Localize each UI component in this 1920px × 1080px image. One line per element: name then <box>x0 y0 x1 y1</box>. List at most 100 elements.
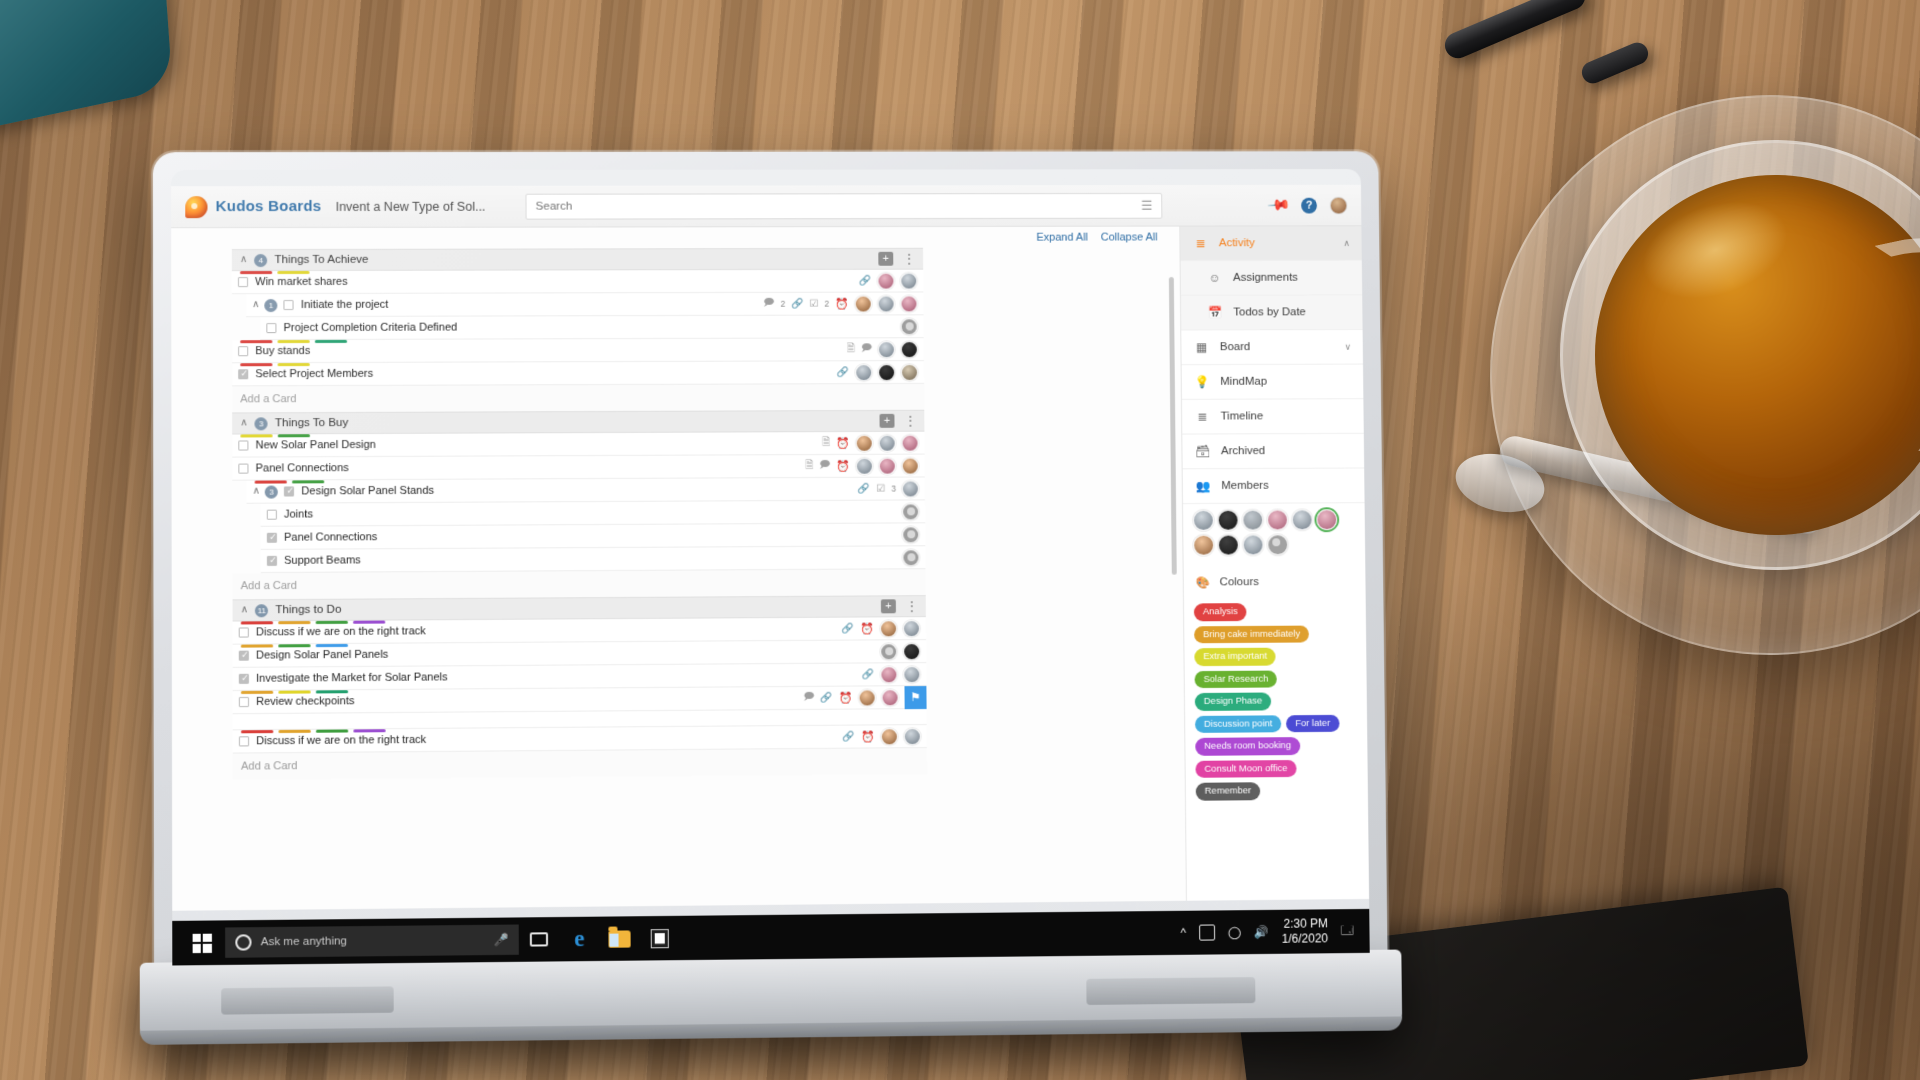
chevron-icon[interactable]: ∨ <box>1344 341 1351 352</box>
link-icon[interactable]: 🔗 <box>842 623 855 634</box>
avatar[interactable] <box>877 272 895 290</box>
cortana-search-box[interactable]: Ask me anything 🎤 <box>225 924 519 958</box>
avatar[interactable] <box>903 665 921 683</box>
collapse-caret-icon[interactable]: ∧ <box>240 254 247 265</box>
member-avatar[interactable] <box>1242 534 1264 556</box>
collapse-caret-icon[interactable]: ∧ <box>252 299 259 310</box>
member-avatar[interactable] <box>1217 509 1239 531</box>
collapse-all-link[interactable]: Collapse All <box>1101 232 1158 244</box>
microsoft-store-icon[interactable] <box>640 916 680 961</box>
sidebar-item-timeline[interactable]: ≣ Timeline <box>1181 399 1364 435</box>
colour-label-chip[interactable]: Design Phase <box>1194 692 1272 711</box>
avatar[interactable] <box>855 434 873 452</box>
show-hidden-icons-chevron[interactable]: ^ <box>1180 926 1186 940</box>
collapse-caret-icon[interactable]: ∧ <box>241 604 248 615</box>
colour-label-chip[interactable]: Consult Moon office <box>1195 759 1297 778</box>
avatar[interactable] <box>900 317 918 335</box>
document-icon[interactable]: 🗎 <box>822 435 830 452</box>
colour-label-chip[interactable]: Extra important <box>1194 647 1277 666</box>
avatar[interactable] <box>902 548 920 566</box>
sidebar-item-mindmap[interactable]: 💡 MindMap <box>1181 364 1364 400</box>
card-checkbox[interactable] <box>238 650 249 661</box>
colour-label-chip[interactable]: For later <box>1286 714 1340 733</box>
card-row[interactable]: Win market shares 🔗 <box>231 269 924 295</box>
card-checkbox[interactable] <box>238 696 250 708</box>
avatar[interactable] <box>880 642 898 660</box>
avatar[interactable] <box>855 457 873 475</box>
card-checkbox[interactable] <box>238 369 249 380</box>
pin-icon[interactable]: 📌 <box>1266 192 1291 218</box>
brand[interactable]: Kudos Boards <box>185 195 321 218</box>
sidebar-item-assignments[interactable]: ☺ Assignments <box>1180 260 1363 296</box>
add-a-card-link[interactable]: Add a Card <box>232 383 925 413</box>
colour-label-chip[interactable]: Needs room booking <box>1195 737 1300 756</box>
card-row[interactable]: ∧ 3 Design Solar Panel Stands 🔗 ☑ 3 <box>246 477 925 504</box>
battery-icon[interactable] <box>1198 924 1215 941</box>
section-menu-icon[interactable]: ⋮ <box>906 599 918 613</box>
member-avatar[interactable] <box>1193 534 1215 556</box>
add-card-button[interactable]: + <box>879 413 895 428</box>
clock[interactable]: 2:30 PM 1/6/2020 <box>1282 916 1329 946</box>
volume-icon[interactable]: 🔊 <box>1254 925 1269 939</box>
avatar[interactable] <box>901 363 919 381</box>
card-checkbox[interactable] <box>238 463 249 474</box>
card-checkbox[interactable] <box>266 323 277 334</box>
notifications-icon[interactable]: 🗔 <box>1341 921 1354 942</box>
board-scrollbar[interactable] <box>1168 277 1177 575</box>
card-checkbox[interactable] <box>238 346 249 357</box>
member-avatar[interactable] <box>1316 509 1338 531</box>
avatar[interactable] <box>903 727 921 745</box>
board-scroll-area[interactable]: ∧ 4 Things To Achieve + ⋮ Win market shares 🔗 ∧… <box>171 247 1186 910</box>
member-avatar[interactable] <box>1192 509 1214 531</box>
avatar[interactable] <box>858 688 876 707</box>
card-checkbox[interactable] <box>266 532 277 543</box>
alarm-icon[interactable]: ⏰ <box>836 436 850 449</box>
card-row[interactable]: Support Beams <box>260 546 926 574</box>
card-row[interactable]: ∧ 1 Initiate the project 🗩 2 🔗 ☑ 2 ⏰ <box>246 292 924 318</box>
file-explorer-icon[interactable] <box>599 916 639 961</box>
sidebar-item-board[interactable]: ▦ Board ∨ <box>1181 329 1363 366</box>
avatar[interactable] <box>880 727 898 745</box>
alarm-icon[interactable]: ⏰ <box>860 622 874 635</box>
link-icon[interactable]: 🔗 <box>837 367 849 378</box>
link-icon[interactable]: 🔗 <box>843 731 856 742</box>
avatar[interactable] <box>878 457 896 475</box>
search-input[interactable] <box>535 199 1142 213</box>
card-row[interactable]: Select Project Members 🔗 <box>232 361 925 387</box>
microphone-icon[interactable]: 🎤 <box>494 933 509 947</box>
sidebar-item-archived[interactable]: 🗃 Archived <box>1182 433 1365 470</box>
sidebar-item-activity[interactable]: ≣ Activity ∧ <box>1180 226 1362 262</box>
collapse-caret-icon[interactable]: ∧ <box>240 417 247 428</box>
task-view-icon[interactable] <box>519 917 560 962</box>
sidebar-item-todos-by-date[interactable]: 📅 Todos by Date <box>1180 295 1363 331</box>
colour-label-chip[interactable]: Analysis <box>1193 603 1247 621</box>
card-checkbox[interactable] <box>238 627 249 638</box>
alarm-icon[interactable]: ⏰ <box>861 730 875 743</box>
section-header[interactable]: ∧ 3 Things To Buy + ⋮ <box>232 409 925 435</box>
comment-icon[interactable]: 🗩 <box>861 341 872 358</box>
card-checkbox[interactable] <box>266 555 278 566</box>
card-checkbox[interactable] <box>237 277 249 288</box>
link-icon[interactable]: 🔗 <box>791 298 803 309</box>
avatar[interactable] <box>880 619 898 637</box>
avatar[interactable] <box>901 457 919 475</box>
link-icon[interactable]: 🔗 <box>858 483 870 494</box>
document-icon[interactable]: 🗎 <box>847 341 855 358</box>
alarm-icon[interactable]: ⏰ <box>835 297 849 310</box>
avatar[interactable] <box>900 272 918 290</box>
avatar[interactable] <box>900 340 918 358</box>
board-title[interactable]: Invent a New Type of Sol... <box>336 199 486 213</box>
add-a-card-link[interactable]: Add a Card <box>232 748 928 780</box>
card-checkbox[interactable] <box>266 509 277 520</box>
add-card-button[interactable]: + <box>878 251 894 266</box>
filter-icon[interactable]: ☰ <box>1141 197 1153 213</box>
bookmark-icon[interactable]: ⚑ <box>904 685 927 709</box>
card-checkbox[interactable] <box>238 736 250 747</box>
card-checkbox[interactable] <box>284 486 295 497</box>
colour-label-chip[interactable]: Remember <box>1195 782 1261 801</box>
colour-label-chip[interactable]: Bring cake immediately <box>1194 625 1310 644</box>
member-avatar[interactable] <box>1291 509 1313 531</box>
comment-icon[interactable]: 🗩 <box>763 295 774 312</box>
expand-all-link[interactable]: Expand All <box>1036 232 1088 244</box>
avatar[interactable] <box>854 295 872 313</box>
